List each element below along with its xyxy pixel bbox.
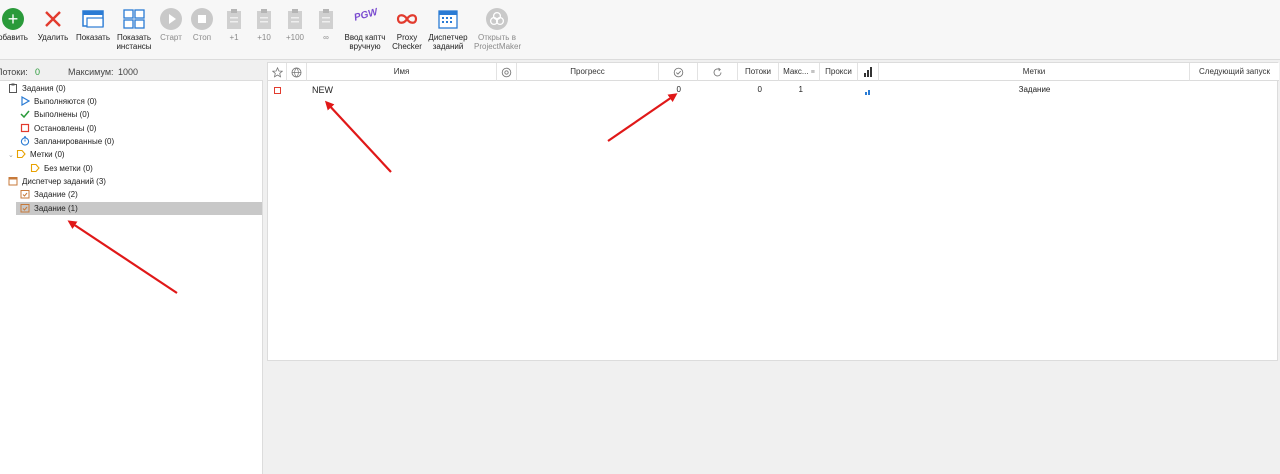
task-name-cell: NEW [312,85,333,95]
column-favorite[interactable] [268,63,287,81]
stop-icon [20,123,30,133]
calendar-icon [437,8,459,30]
success-count-cell: 0 [676,85,681,94]
tag-icon [30,163,40,173]
toolbar: + обавить Удалить Показать Показать инст… [0,0,1280,60]
tree-item-task-1[interactable]: Задание (1) [16,202,262,215]
play-icon [20,95,31,106]
clipboard-icon [253,8,275,30]
stop-icon [191,8,213,30]
labels-cell: Задание [1018,85,1051,94]
max-label: Максимум: [68,67,114,77]
max-value: 1000 [118,67,139,77]
column-settings[interactable] [497,63,517,81]
plus1-button[interactable]: +1 [222,8,246,42]
task-icon [20,203,30,213]
check-circle-icon [673,67,683,78]
threads-value: 0 [35,67,41,77]
star-icon [271,66,283,78]
play-icon [160,8,182,30]
task-tree: Задания (0) Выполняются (0) Выполнены (0… [0,80,263,474]
column-name[interactable]: Имя [307,63,497,81]
show-instances-button[interactable]: Показать инстансы [114,8,154,51]
delete-button[interactable]: Удалить [36,8,70,42]
open-projectmaker-button[interactable]: Открыть в ProjectMaker [474,8,521,51]
clipboard-icon [315,8,337,30]
threads-status: Потоки: 0 Максимум: 1000 [0,62,263,80]
tree-item-task-2[interactable]: Задание (2) [20,188,78,201]
timer-icon [20,136,30,146]
add-button[interactable]: + обавить [0,8,30,42]
column-status[interactable] [287,63,307,81]
clipboard-icon [8,83,18,93]
column-next-run[interactable]: Следующий запуск [1190,63,1279,81]
bar-chart-icon [864,67,872,77]
infinite-button[interactable]: ∞ [314,8,338,42]
clipboard-icon [284,8,306,30]
threads-cell: 0 [757,85,762,94]
manual-captcha-button[interactable]: PGW Ввод каптч вручную [342,6,388,51]
tree-item-running[interactable]: Выполняются (0) [20,95,97,108]
show-instances-icon [123,8,145,30]
infinity-icon [396,8,418,30]
projectmaker-icon [486,8,508,30]
add-icon: + [2,8,24,30]
tree-item-labels[interactable]: ⌄ Метки (0) [8,148,65,161]
show-button[interactable]: Показать [75,8,111,42]
calendar-icon [8,176,18,186]
column-success[interactable] [659,63,698,81]
column-threads[interactable]: Потоки [738,63,779,81]
tree-item-done[interactable]: Выполнены (0) [20,108,89,121]
tree-item-tasks[interactable]: Задания (0) [8,82,66,95]
stop-button[interactable]: Стоп [188,8,216,42]
chevron-down-icon[interactable]: ⌄ [8,149,16,162]
tag-icon [16,149,26,159]
stop-icon [274,87,281,94]
clipboard-icon [223,8,245,30]
globe-icon [291,67,302,78]
delete-icon [42,8,64,30]
captcha-icon: PGW [352,6,379,24]
threads-label: Потоки: [0,67,28,77]
tree-item-dispatcher[interactable]: Диспетчер заданий (3) [8,175,106,188]
max-cell: 1 [798,85,803,94]
proxy-checker-button[interactable]: Proxy Checker [392,8,422,51]
bar-chart-icon [865,88,872,95]
refresh-icon [713,67,722,77]
column-repeat[interactable] [698,63,738,81]
task-icon [20,189,30,199]
column-stats[interactable] [858,63,879,81]
column-max[interactable]: Макс... ≡ [779,63,820,81]
task-dispatcher-button[interactable]: Диспетчер заданий [428,8,468,51]
show-icon [82,8,104,30]
table-row[interactable]: NEW 0 0 1 Задание [268,82,1277,99]
column-progress[interactable]: Прогресс [517,63,659,81]
task-grid: Имя Прогресс Потоки Макс... ≡ Прокси Мет… [267,62,1279,361]
tree-item-no-label[interactable]: Без метки (0) [30,162,93,175]
checkmark-icon [20,109,30,119]
column-labels[interactable]: Метки [879,63,1190,81]
start-button[interactable]: Старт [157,8,185,42]
tree-item-scheduled[interactable]: Запланированные (0) [20,135,114,148]
plus100-button[interactable]: +100 [282,8,308,42]
tree-item-stopped[interactable]: Остановлены (0) [20,122,96,135]
sort-icon: ≡ [810,69,815,76]
column-proxy[interactable]: Прокси [820,63,858,81]
plus10-button[interactable]: +10 [252,8,276,42]
settings-icon [501,67,512,78]
